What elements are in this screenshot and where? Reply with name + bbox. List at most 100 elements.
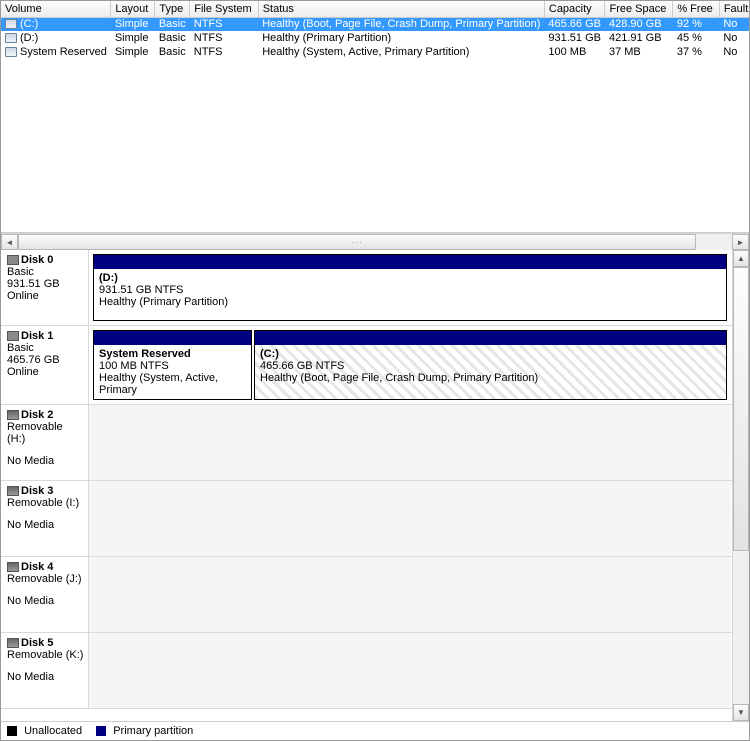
partition-body: System Reserved100 MB NTFSHealthy (Syste… — [94, 345, 251, 399]
partition[interactable]: (D:)931.51 GB NTFSHealthy (Primary Parti… — [93, 254, 727, 321]
partition-body: (C:)465.66 GB NTFSHealthy (Boot, Page Fi… — [255, 345, 726, 399]
legend-label: Unallocated — [24, 725, 82, 737]
partition[interactable]: (C:)465.66 GB NTFSHealthy (Boot, Page Fi… — [254, 330, 727, 400]
disk-info: Disk 2Removable (H:) No Media — [1, 405, 89, 480]
table-cell: Basic — [155, 31, 190, 45]
vertical-scrollbar[interactable]: ▲ ▼ — [732, 250, 749, 721]
column-header[interactable]: Status — [258, 1, 544, 17]
table-cell: 100 MB — [544, 45, 605, 59]
column-header[interactable]: Volume — [1, 1, 111, 17]
disk-state: No Media — [7, 519, 84, 531]
table-row[interactable]: System ReservedSimpleBasicNTFSHealthy (S… — [1, 45, 749, 59]
table-cell: Simple — [111, 45, 155, 59]
disk-title: Disk 4 — [7, 561, 84, 573]
disk-icon — [7, 331, 19, 341]
horizontal-scrollbar[interactable]: ◄ ··· ► — [1, 233, 749, 250]
table-row[interactable]: (D:)SimpleBasicNTFSHealthy (Primary Part… — [1, 31, 749, 45]
scroll-track[interactable]: ··· — [18, 234, 732, 250]
scroll-thumb[interactable]: ··· — [18, 234, 696, 250]
scroll-thumb-v[interactable] — [733, 267, 749, 551]
column-header[interactable]: File System — [190, 1, 258, 17]
disk-title: Disk 5 — [7, 637, 84, 649]
table-cell: Simple — [111, 31, 155, 45]
table-cell: Healthy (Boot, Page File, Crash Dump, Pr… — [258, 17, 544, 31]
table-cell: 428.90 GB — [605, 17, 673, 31]
unallocated-swatch-icon — [7, 726, 17, 736]
disk-type: Removable (K:) — [7, 649, 84, 661]
column-header[interactable]: Type — [155, 1, 190, 17]
disk-icon — [7, 255, 19, 265]
table-cell: 465.66 GB — [544, 17, 605, 31]
disk-row[interactable]: Disk 0Basic931.51 GBOnline(D:)931.51 GB … — [1, 250, 749, 326]
disk-type: Basic — [7, 342, 84, 354]
disk-row[interactable]: Disk 4Removable (J:)No Media — [1, 557, 749, 633]
partition-header — [94, 255, 726, 269]
scroll-up-button[interactable]: ▲ — [733, 250, 749, 267]
disk-row[interactable]: Disk 1Basic465.76 GBOnlineSystem Reserve… — [1, 326, 749, 405]
column-header[interactable]: Capacity — [544, 1, 605, 17]
disk-icon — [7, 410, 19, 420]
partition-body: (D:)931.51 GB NTFSHealthy (Primary Parti… — [94, 269, 726, 320]
table-cell: Simple — [111, 17, 155, 31]
table-cell: 37 MB — [605, 45, 673, 59]
scroll-right-button[interactable]: ► — [732, 234, 749, 250]
disk-state: No Media — [7, 455, 84, 467]
table-cell: 45 % — [673, 31, 719, 45]
scroll-track-v[interactable] — [733, 267, 749, 704]
table-cell: 37 % — [673, 45, 719, 59]
disk-row[interactable]: Disk 3Removable (I:) No Media — [1, 481, 749, 557]
partition-status: Healthy (System, Active, Primary — [99, 372, 246, 396]
volume-list-pane: VolumeLayoutTypeFile SystemStatusCapacit… — [1, 1, 749, 233]
partition[interactable]: System Reserved100 MB NTFSHealthy (Syste… — [93, 330, 252, 400]
volume-icon — [5, 33, 17, 43]
table-cell: Basic — [155, 17, 190, 31]
volume-icon — [5, 47, 17, 57]
table-cell: (C:) — [1, 17, 111, 31]
disk-state: Online — [7, 366, 84, 378]
table-cell: 92 % — [673, 17, 719, 31]
disk-title: Disk 2 — [7, 409, 84, 421]
disk-type: Removable (H:) — [7, 421, 84, 445]
primary-swatch-icon — [96, 726, 106, 736]
disk-row[interactable]: Disk 2Removable (H:) No Media — [1, 405, 749, 481]
table-cell: System Reserved — [1, 45, 111, 59]
table-cell: Healthy (Primary Partition) — [258, 31, 544, 45]
table-cell: NTFS — [190, 17, 258, 31]
column-header[interactable]: Fault Tolerance — [719, 1, 749, 17]
disk-partitions — [89, 557, 731, 632]
disk-state: No Media — [7, 671, 84, 683]
disk-partitions — [89, 633, 731, 708]
disk-row[interactable]: Disk 5Removable (K:) No Media — [1, 633, 749, 709]
table-cell: Healthy (System, Active, Primary Partiti… — [258, 45, 544, 59]
column-header[interactable]: % Free — [673, 1, 719, 17]
disk-info: Disk 4Removable (J:)No Media — [1, 557, 89, 632]
table-row[interactable]: (C:)SimpleBasicNTFSHealthy (Boot, Page F… — [1, 17, 749, 31]
partition-header — [255, 331, 726, 345]
disk-type: Removable (J:) — [7, 573, 84, 585]
partition-name: System Reserved — [99, 348, 246, 360]
table-cell: NTFS — [190, 45, 258, 59]
disk-partitions — [89, 481, 731, 556]
legend-label: Primary partition — [113, 725, 193, 737]
disk-title: Disk 3 — [7, 485, 84, 497]
volume-icon — [5, 19, 17, 29]
column-header[interactable]: Free Space — [605, 1, 673, 17]
table-cell: NTFS — [190, 31, 258, 45]
table-cell: 931.51 GB — [544, 31, 605, 45]
scroll-left-button[interactable]: ◄ — [1, 234, 18, 250]
table-cell: 421.91 GB — [605, 31, 673, 45]
disk-partitions: System Reserved100 MB NTFSHealthy (Syste… — [89, 326, 731, 404]
column-header[interactable]: Layout — [111, 1, 155, 17]
disk-graphical-pane: Disk 0Basic931.51 GBOnline(D:)931.51 GB … — [1, 250, 749, 721]
disk-state: Online — [7, 290, 84, 302]
scroll-down-button[interactable]: ▼ — [733, 704, 749, 721]
disk-type: Removable (I:) — [7, 497, 84, 509]
disk-icon — [7, 638, 19, 648]
disk-icon — [7, 486, 19, 496]
volume-table[interactable]: VolumeLayoutTypeFile SystemStatusCapacit… — [1, 1, 749, 59]
table-cell: Basic — [155, 45, 190, 59]
disk-info: Disk 0Basic931.51 GBOnline — [1, 250, 89, 325]
disk-size: 931.51 GB — [7, 278, 84, 290]
disk-partitions — [89, 405, 731, 480]
disk-size: 465.76 GB — [7, 354, 84, 366]
